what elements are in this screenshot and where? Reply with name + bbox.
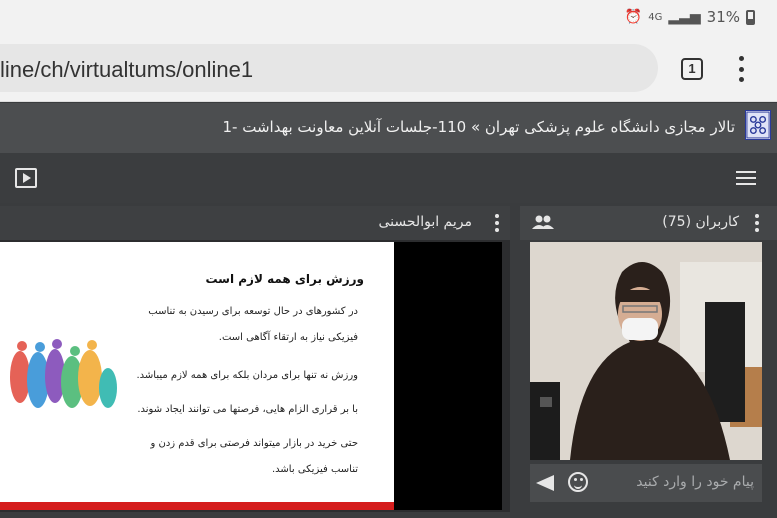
browser-toolbar: line/ch/virtualtums/online1 1 [0,36,777,102]
slide-line: در کشورهای در حال توسعه برای رسیدن به تن… [148,306,358,317]
presentation-panel: مریم ابوالحسنی ورزش برای همه لازم است در… [0,206,510,512]
slide-line: فیزیکی نیاز به ارتقاء آگاهی است. [218,332,358,343]
tab-switcher-button[interactable]: 1 [681,58,703,80]
room-title: تالار مجازی دانشگاه علوم پزشکی تهران » 1… [222,118,736,136]
page: ⏰ 4G ▂▃▅ 31% line/ch/virtualtums/online1… [0,0,777,518]
signal-icon: ▂▃▅ [668,9,701,25]
presenter-name: مریم ابوالحسنی [378,214,472,230]
battery-icon [746,9,755,25]
users-header: کاربران (75) [520,206,777,240]
browser-menu-icon[interactable] [736,56,746,82]
users-kebab-icon[interactable] [754,214,760,232]
status-icons: ⏰ 4G ▂▃▅ 31% [625,8,755,26]
presentation-slide: ورزش برای همه لازم است در کشورهای در حال… [0,242,394,510]
chat-bar: پیام خود را وارد کنید [530,464,762,502]
users-count-title: کاربران (75) [662,214,739,230]
network-type-label: 4G [648,11,663,23]
meeting-toolbar [0,153,777,203]
slide-accent-bar [0,502,394,510]
slide-line: ورزش نه تنها برای مردان بلکه برای همه لا… [136,370,358,381]
status-bar: ⏰ 4G ▂▃▅ 31% [0,0,777,36]
url-path: /ch/virtualtums/online1 [34,57,254,82]
emoji-icon[interactable] [568,472,588,492]
play-icon[interactable] [15,168,37,188]
alarm-icon: ⏰ [624,9,643,25]
university-logo-icon [745,110,771,140]
webcam-video [530,242,762,460]
chat-message-input[interactable]: پیام خود را وارد کنید [636,474,754,490]
users-group-icon[interactable] [532,214,554,230]
room-title-bar: تالار مجازی دانشگاه علوم پزشکی تهران » 1… [0,103,777,153]
athletes-illustration [0,332,130,422]
slide-line: حتی خرید در بازار میتواند فرصتی برای قدم… [150,438,358,449]
hamburger-icon[interactable] [736,171,756,185]
users-panel: کاربران (75) پیام خود را وارد کنید [520,206,777,512]
url-prefix: line [0,57,35,82]
slide-line: با بر قراری الزام هایی، فرصتها می توانند… [137,404,358,415]
slide-letterbox [394,242,502,510]
url-text[interactable]: line/ch/virtualtums/online1 [0,57,253,83]
presentation-kebab-icon[interactable] [494,214,500,232]
presentation-header: مریم ابوالحسنی [0,206,510,240]
battery-percentage: 31% [706,8,740,26]
send-icon[interactable] [536,475,554,491]
slide-title: ورزش برای همه لازم است [205,272,364,286]
slide-line: تناسب فیزیکی باشد. [272,464,358,475]
